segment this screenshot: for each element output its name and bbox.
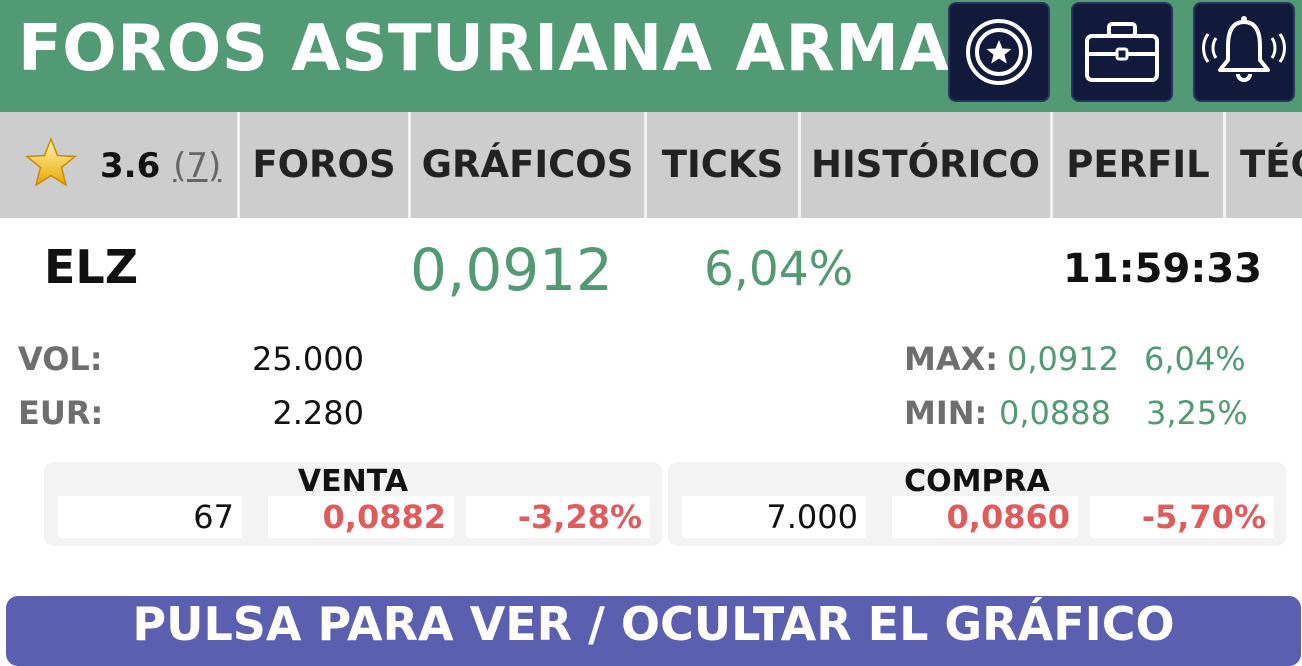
buy-panel: COMPRA 7.000 0,0860 -5,70% (668, 462, 1286, 546)
max-label: MAX: (904, 340, 999, 378)
tab-perfil[interactable]: PERFIL (1053, 112, 1223, 218)
max-price: 0,0912 (1007, 340, 1119, 378)
app-header: FOROS ASTURIANA ARMA (0, 0, 1302, 112)
sell-quantity: 67 (58, 496, 242, 538)
tab-bar: 3.6 (7) FOROS GRÁFICOS TICKS HISTÓRICO P… (0, 112, 1302, 218)
tab-tecnico[interactable]: TÉC (1240, 112, 1302, 218)
tab-graficos[interactable]: GRÁFICOS (411, 112, 644, 218)
rating-count[interactable]: (7) (173, 146, 221, 186)
bell-ringing-icon (1202, 16, 1286, 82)
min-percent: 3,25% (1146, 394, 1248, 432)
star-icon (25, 136, 77, 187)
buy-title: COMPRA (904, 464, 1050, 499)
star-badge-icon (966, 19, 1032, 85)
briefcase-icon (1085, 22, 1159, 82)
tab-rating[interactable]: 3.6 (7) (0, 112, 237, 218)
min-price: 0,0888 (999, 394, 1111, 432)
volume-label: VOL: (18, 340, 103, 378)
page-title: FOROS ASTURIANA ARMA (18, 12, 950, 86)
buy-price: 0,0860 (892, 496, 1078, 538)
portfolio-button[interactable] (1071, 2, 1173, 102)
ticker-symbol: ELZ (44, 240, 139, 294)
last-price: 0,0912 (410, 236, 613, 304)
alerts-button[interactable] (1193, 2, 1295, 102)
toggle-chart-button[interactable]: PULSA PARA VER / OCULTAR EL GRÁFICO (6, 596, 1301, 666)
min-label: MIN: (904, 394, 988, 432)
sell-price: 0,0882 (268, 496, 454, 538)
buy-quantity: 7.000 (682, 496, 866, 538)
eur-label: EUR: (18, 394, 104, 432)
tab-foros[interactable]: FOROS (240, 112, 408, 218)
tab-ticks[interactable]: TICKS (647, 112, 798, 218)
volume-value: 25.000 (252, 340, 364, 378)
change-percent: 6,04% (704, 242, 854, 297)
sell-percent: -3,28% (466, 496, 650, 538)
sell-panel: VENTA 67 0,0882 -3,28% (44, 462, 662, 546)
max-percent: 6,04% (1144, 340, 1246, 378)
favorite-badge-button[interactable] (948, 2, 1050, 102)
tab-divider (1223, 112, 1226, 218)
rating-value: 3.6 (100, 146, 161, 186)
quote-time: 11:59:33 (1063, 246, 1262, 292)
sell-title: VENTA (297, 464, 409, 499)
tab-historico[interactable]: HISTÓRICO (801, 112, 1050, 218)
buy-percent: -5,70% (1090, 496, 1274, 538)
eur-value: 2.280 (272, 394, 364, 432)
